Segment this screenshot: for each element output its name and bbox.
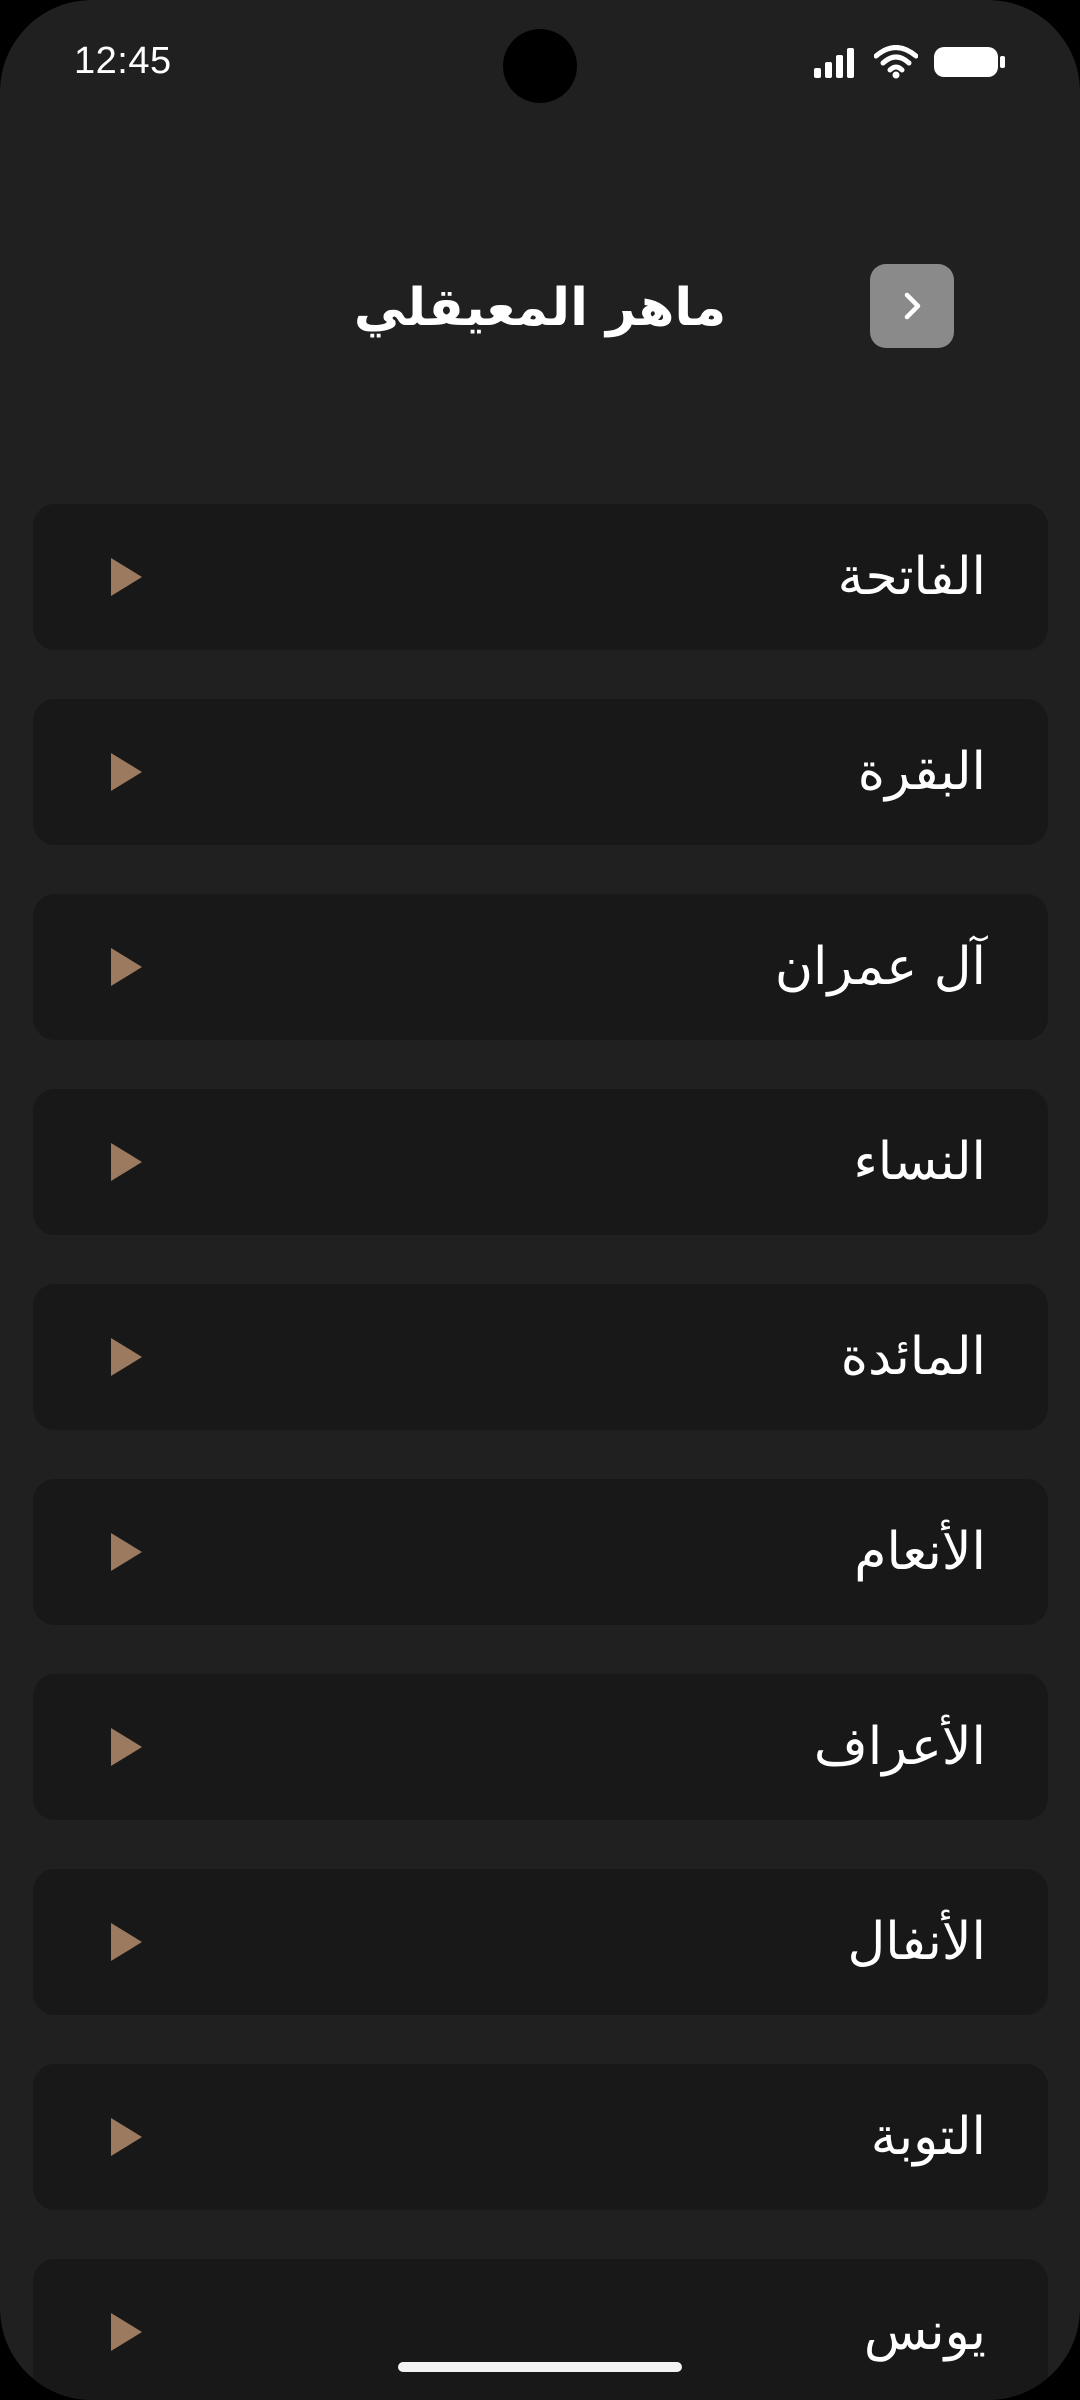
surah-name: المائدة	[840, 1327, 986, 1387]
status-bar: 12:45	[0, 0, 1080, 130]
surah-item[interactable]: آل عمران	[33, 894, 1048, 1040]
surah-item[interactable]: الأعراف	[33, 1674, 1048, 1820]
play-icon[interactable]	[111, 1533, 142, 1571]
play-icon[interactable]	[111, 558, 142, 596]
play-icon[interactable]	[111, 2313, 142, 2351]
surah-name: الفاتحة	[837, 547, 986, 607]
play-icon[interactable]	[111, 2118, 142, 2156]
play-icon[interactable]	[111, 1923, 142, 1961]
surah-item[interactable]: المائدة	[33, 1284, 1048, 1430]
surah-name: الأنفال	[847, 1912, 986, 1972]
home-indicator[interactable]	[398, 2362, 682, 2372]
surah-name: الأنعام	[854, 1522, 986, 1582]
surah-item[interactable]: يونس	[33, 2259, 1048, 2400]
surah-item[interactable]: الأنفال	[33, 1869, 1048, 2015]
play-icon[interactable]	[111, 948, 142, 986]
status-time: 12:45	[74, 40, 172, 82]
play-icon[interactable]	[111, 1728, 142, 1766]
surah-item[interactable]: الفاتحة	[33, 504, 1048, 650]
play-icon[interactable]	[111, 1338, 142, 1376]
surah-item[interactable]: التوبة	[33, 2064, 1048, 2210]
battery-icon	[934, 45, 1006, 83]
surah-item[interactable]: الأنعام	[33, 1479, 1048, 1625]
play-icon[interactable]	[111, 1143, 142, 1181]
surah-name: التوبة	[870, 2107, 986, 2167]
front-camera	[503, 29, 577, 103]
surah-list: الفاتحة البقرة آل عمران النساء المائدة ا…	[33, 504, 1048, 2400]
surah-name: البقرة	[857, 742, 986, 802]
surah-name: آل عمران	[774, 937, 986, 997]
play-icon[interactable]	[111, 753, 142, 791]
wifi-icon	[873, 45, 919, 83]
surah-item[interactable]: البقرة	[33, 699, 1048, 845]
surah-item[interactable]: النساء	[33, 1089, 1048, 1235]
surah-name: يونس	[863, 2302, 986, 2362]
app-screen: 12:45 ماهر المعيقلي الفاتحة البقرة آل عم…	[0, 0, 1080, 2400]
surah-name: الأعراف	[813, 1717, 986, 1777]
status-icons	[814, 44, 1006, 84]
back-button[interactable]	[870, 264, 954, 348]
surah-name: النساء	[853, 1132, 986, 1192]
header: ماهر المعيقلي	[0, 230, 1080, 380]
chevron-right-icon	[904, 292, 921, 320]
signal-icon	[814, 46, 858, 82]
